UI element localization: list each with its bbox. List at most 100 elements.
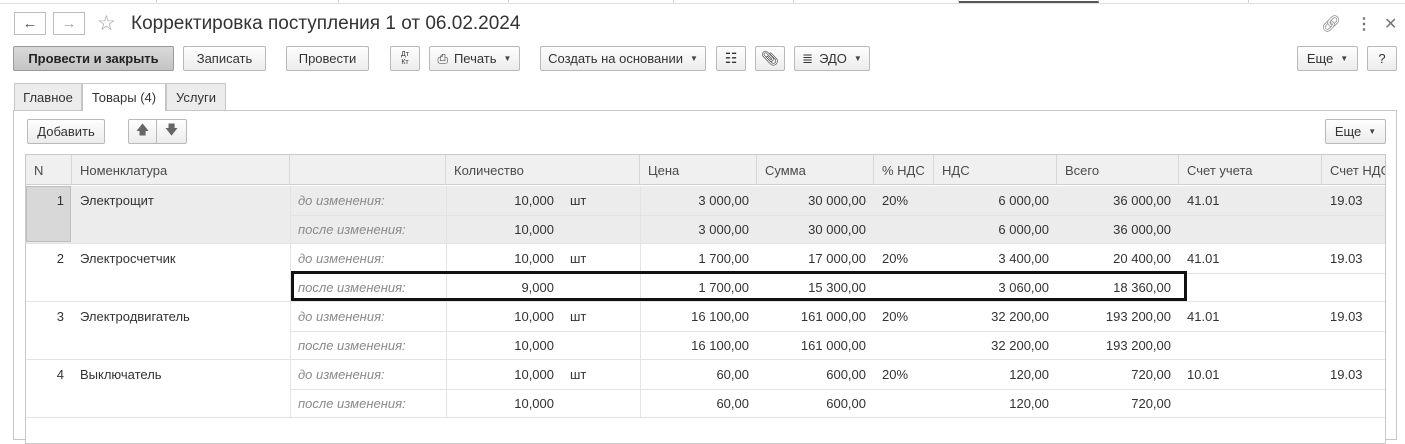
vat-after[interactable]: 120,00: [934, 389, 1057, 418]
post-and-close-button[interactable]: Провести и закрыть: [13, 46, 174, 71]
total-after[interactable]: 193 200,00: [1057, 331, 1179, 360]
row-number[interactable]: 3: [26, 302, 72, 331]
before-change-label[interactable]: до изменения:: [290, 302, 446, 331]
after-change-label[interactable]: после изменения:: [290, 273, 446, 302]
col-header-vat[interactable]: НДС: [934, 155, 1057, 185]
vat-before[interactable]: 120,00: [934, 360, 1057, 389]
col-header-n[interactable]: N: [26, 155, 72, 185]
post-button[interactable]: Провести: [286, 46, 369, 71]
back-button[interactable]: ←: [14, 12, 46, 35]
sum-before[interactable]: 17 000,00: [757, 244, 874, 273]
unit-cell[interactable]: шт: [562, 360, 640, 389]
vat-before[interactable]: 32 200,00: [934, 302, 1057, 331]
nomenclature-cell[interactable]: Электрощит: [72, 186, 290, 215]
nomenclature-cell[interactable]: Электросчетчик: [72, 244, 290, 273]
quantity-after[interactable]: 10,000: [446, 389, 562, 418]
sum-after[interactable]: 30 000,00: [757, 215, 874, 244]
save-button[interactable]: Записать: [183, 46, 266, 71]
quantity-before[interactable]: 10,000: [446, 186, 562, 215]
before-change-label[interactable]: до изменения:: [290, 360, 446, 389]
total-before[interactable]: 36 000,00: [1057, 186, 1179, 215]
sum-before[interactable]: 161 000,00: [757, 302, 874, 331]
vat-rate-cell[interactable]: 20%: [874, 360, 934, 389]
total-after[interactable]: 18 360,00: [1057, 273, 1179, 302]
price-after[interactable]: 16 100,00: [640, 331, 757, 360]
create-based-on-button[interactable]: Создать на основании ▼: [540, 46, 706, 71]
after-change-label[interactable]: после изменения:: [290, 331, 446, 360]
vat-after[interactable]: 3 060,00: [934, 273, 1057, 302]
price-before[interactable]: 16 100,00: [640, 302, 757, 331]
vat-before[interactable]: 6 000,00: [934, 186, 1057, 215]
quantity-after[interactable]: 10,000: [446, 215, 562, 244]
sum-before[interactable]: 30 000,00: [757, 186, 874, 215]
sum-after[interactable]: 15 300,00: [757, 273, 874, 302]
col-header-state[interactable]: [290, 155, 446, 185]
total-before[interactable]: 20 400,00: [1057, 244, 1179, 273]
price-before[interactable]: 1 700,00: [640, 244, 757, 273]
vat-rate-cell[interactable]: 20%: [874, 186, 934, 215]
vat-rate-cell[interactable]: 20%: [874, 244, 934, 273]
vat-account-cell[interactable]: 19.03: [1322, 186, 1385, 215]
nomenclature-cell[interactable]: Электродвигатель: [72, 302, 290, 331]
vat-before[interactable]: 3 400,00: [934, 244, 1057, 273]
vat-after[interactable]: 32 200,00: [934, 331, 1057, 360]
unit-cell[interactable]: шт: [562, 302, 640, 331]
more-vertical-icon[interactable]: ⋮: [1356, 14, 1372, 34]
quantity-after[interactable]: 10,000: [446, 331, 562, 360]
account-cell[interactable]: 41.01: [1179, 186, 1322, 215]
tab-goods[interactable]: Товары (4): [82, 83, 166, 111]
price-before[interactable]: 3 000,00: [640, 186, 757, 215]
table-row[interactable]: 1 Электрощит до изменения: 10,000 шт 3 000,00…: [26, 186, 1385, 244]
edo-button[interactable]: ≣ ЭДО ▼: [794, 46, 870, 71]
attach-button[interactable]: 📎︎: [755, 46, 785, 71]
price-after[interactable]: 1 700,00: [640, 273, 757, 302]
col-header-sum[interactable]: Сумма: [757, 155, 874, 185]
move-up-button[interactable]: 🡅︎: [128, 119, 157, 144]
total-before[interactable]: 193 200,00: [1057, 302, 1179, 331]
before-change-label[interactable]: до изменения:: [290, 186, 446, 215]
quantity-before[interactable]: 10,000: [446, 360, 562, 389]
nomenclature-cell[interactable]: Выключатель: [72, 360, 290, 389]
col-header-total[interactable]: Всего: [1057, 155, 1179, 185]
after-change-label[interactable]: после изменения:: [290, 389, 446, 418]
more-button[interactable]: Еще ▼: [1297, 46, 1358, 71]
price-after[interactable]: 3 000,00: [640, 215, 757, 244]
print-button[interactable]: ⎙ Печать ▼: [429, 46, 520, 71]
total-before[interactable]: 720,00: [1057, 360, 1179, 389]
favorite-star-icon[interactable]: ☆: [97, 11, 116, 36]
help-button[interactable]: ?: [1367, 46, 1397, 71]
col-header-price[interactable]: Цена: [640, 155, 757, 185]
unit-cell[interactable]: шт: [562, 244, 640, 273]
account-cell[interactable]: 41.01: [1179, 302, 1322, 331]
sum-before[interactable]: 600,00: [757, 360, 874, 389]
unit-cell[interactable]: шт: [562, 186, 640, 215]
quantity-before[interactable]: 10,000: [446, 302, 562, 331]
vat-after[interactable]: 6 000,00: [934, 215, 1057, 244]
table-row[interactable]: 3 Электродвигатель до изменения: 10,000 шт 16…: [26, 302, 1385, 360]
sum-after[interactable]: 161 000,00: [757, 331, 874, 360]
table-more-button[interactable]: Еще ▼: [1325, 119, 1386, 144]
col-header-vat-rate[interactable]: % НДС: [874, 155, 934, 185]
move-down-button[interactable]: 🡇︎: [156, 119, 187, 144]
total-after[interactable]: 720,00: [1057, 389, 1179, 418]
forward-button[interactable]: →: [53, 12, 85, 35]
vat-account-cell[interactable]: 19.03: [1322, 360, 1385, 389]
price-before[interactable]: 60,00: [640, 360, 757, 389]
row-number[interactable]: 1: [26, 186, 72, 215]
vat-account-cell[interactable]: 19.03: [1322, 244, 1385, 273]
row-number[interactable]: 2: [26, 244, 72, 273]
account-cell[interactable]: 10.01: [1179, 360, 1322, 389]
quantity-before[interactable]: 10,000: [446, 244, 562, 273]
link-icon[interactable]: 🔗︎: [1321, 14, 1341, 34]
structure-button[interactable]: ☷: [716, 46, 746, 71]
after-change-label[interactable]: после изменения:: [290, 215, 446, 244]
vat-rate-cell[interactable]: 20%: [874, 302, 934, 331]
close-icon[interactable]: ✕: [1384, 14, 1397, 34]
quantity-after[interactable]: 9,000: [446, 273, 562, 302]
row-number[interactable]: 4: [26, 360, 72, 389]
vat-account-cell[interactable]: 19.03: [1322, 302, 1385, 331]
dt-kt-button[interactable]: Дт Кт: [390, 46, 420, 71]
tab-main[interactable]: Главное: [14, 83, 82, 110]
table-row[interactable]: 2 Электросчетчик до изменения: 10,000 шт 1 70…: [26, 244, 1385, 302]
col-header-quantity[interactable]: Количество: [446, 155, 640, 185]
